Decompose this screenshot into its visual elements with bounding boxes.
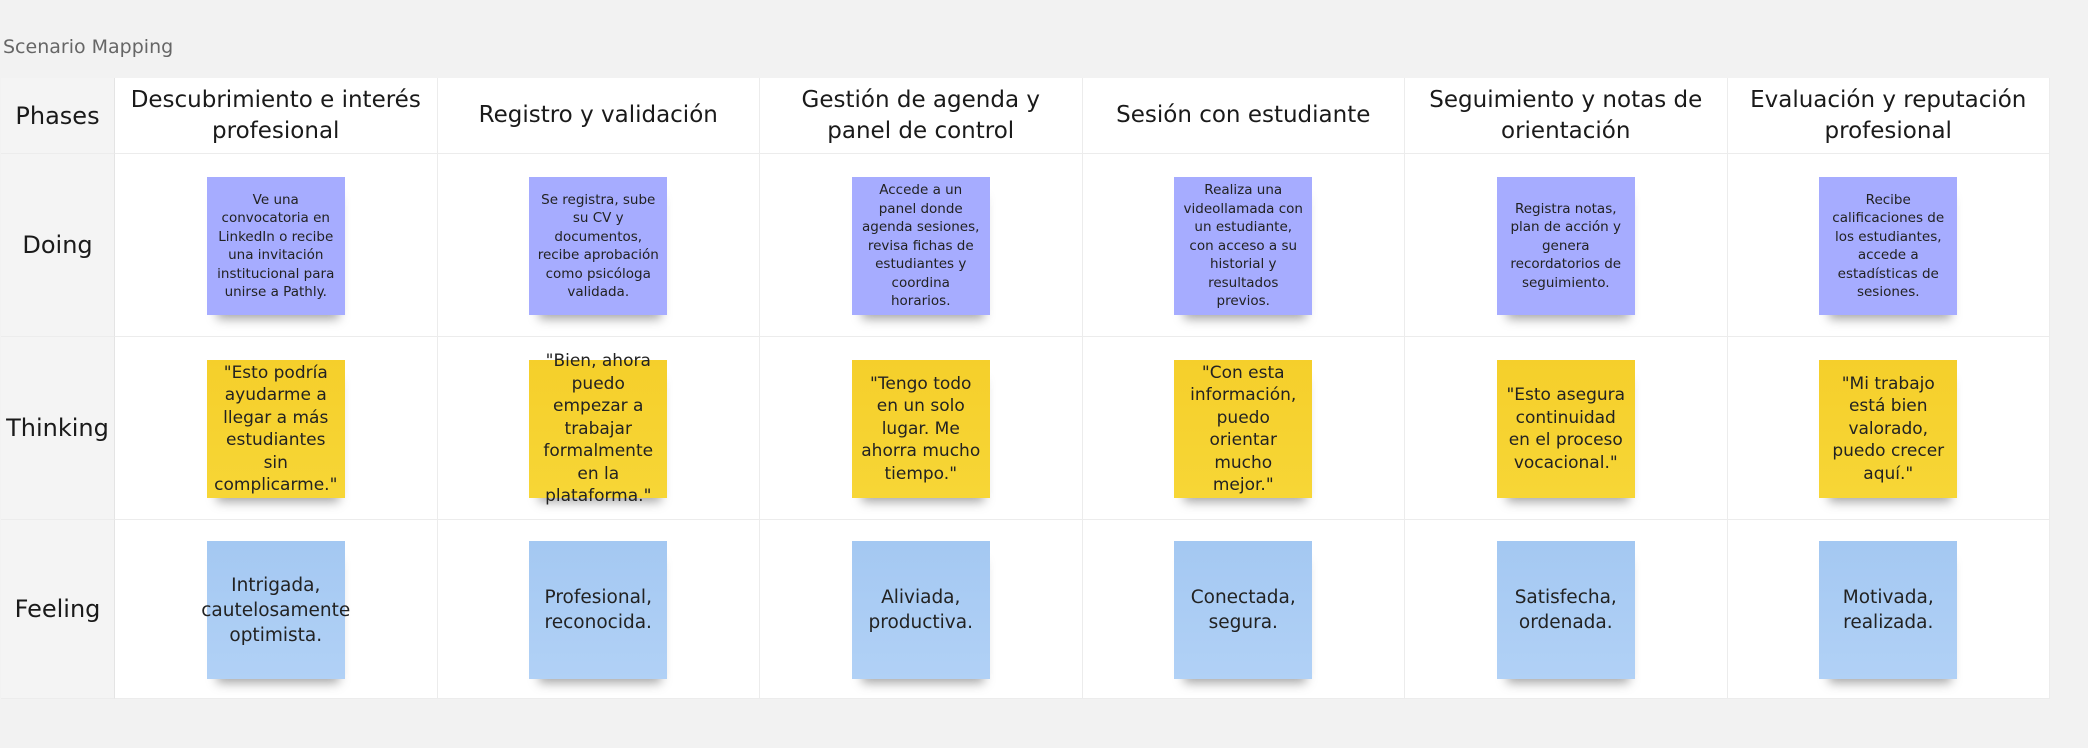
- feeling-cell-1: Intrigada, cautelosamente optimista.: [115, 520, 438, 699]
- sticky-note-feeling[interactable]: Satisfecha, ordenada.: [1496, 541, 1635, 679]
- scenario-map-grid: Phases Descubrimiento e interés profesio…: [1, 78, 2050, 699]
- phase-title: Registro y validación: [478, 102, 718, 128]
- feeling-cell-4: Conectada, segura.: [1082, 520, 1405, 699]
- doing-cell-2: Se registra, sube su CV y documentos, re…: [437, 154, 760, 337]
- phase-header-1[interactable]: Descubrimiento e interés profesional: [115, 78, 438, 154]
- thinking-cell-2: "Bien, ahora puedo empezar a trabajar fo…: [437, 337, 760, 520]
- doing-cell-4: Realiza una videollamada con un estudian…: [1082, 154, 1405, 337]
- row-label-thinking: Thinking: [1, 337, 115, 520]
- sticky-note-thinking[interactable]: "Esto podría ayudarme a llegar a más est…: [206, 360, 345, 498]
- sticky-note-feeling[interactable]: Conectada, segura.: [1174, 541, 1313, 679]
- thinking-cell-5: "Esto asegura continuidad en el proceso …: [1405, 337, 1728, 520]
- sticky-note-doing[interactable]: Se registra, sube su CV y documentos, re…: [529, 177, 668, 315]
- thinking-cell-6: "Mi trabajo está bien valorado, puedo cr…: [1727, 337, 2050, 520]
- sticky-note-feeling[interactable]: Profesional, reconocida.: [529, 541, 668, 679]
- sticky-note-doing[interactable]: Ve una convocatoria en LinkedIn o recibe…: [206, 177, 345, 315]
- thinking-cell-1: "Esto podría ayudarme a llegar a más est…: [115, 337, 438, 520]
- sticky-note-thinking[interactable]: "Tengo todo en un solo lugar. Me ahorra …: [851, 360, 990, 498]
- thinking-cell-4: "Con esta información, puedo orientar mu…: [1082, 337, 1405, 520]
- sticky-note-thinking[interactable]: "Mi trabajo está bien valorado, puedo cr…: [1819, 360, 1958, 498]
- row-label-doing: Doing: [1, 154, 115, 337]
- feeling-cell-5: Satisfecha, ordenada.: [1405, 520, 1728, 699]
- phase-title: Sesión con estudiante: [1116, 102, 1371, 128]
- phase-title: Descubrimiento e interés profesional: [130, 86, 421, 144]
- doing-cell-1: Ve una convocatoria en LinkedIn o recibe…: [115, 154, 438, 337]
- doing-cell-6: Recibe calificaciones de los estudiantes…: [1727, 154, 2050, 337]
- feeling-cell-2: Profesional, reconocida.: [437, 520, 760, 699]
- sticky-note-doing[interactable]: Accede a un panel donde agenda sesiones,…: [851, 177, 990, 315]
- sticky-note-doing[interactable]: Realiza una videollamada con un estudian…: [1174, 177, 1313, 315]
- doing-cell-5: Registra notas, plan de acción y genera …: [1405, 154, 1728, 337]
- thinking-cell-3: "Tengo todo en un solo lugar. Me ahorra …: [760, 337, 1083, 520]
- sticky-note-feeling[interactable]: Motivada, realizada.: [1819, 541, 1958, 679]
- sticky-note-thinking[interactable]: "Esto asegura continuidad en el proceso …: [1496, 360, 1635, 498]
- sticky-note-thinking[interactable]: "Bien, ahora puedo empezar a trabajar fo…: [529, 351, 668, 506]
- doing-cell-3: Accede a un panel donde agenda sesiones,…: [760, 154, 1083, 337]
- phase-header-6[interactable]: Evaluación y reputación profesional: [1727, 78, 2050, 154]
- row-label-feeling: Feeling: [1, 520, 115, 699]
- phase-header-2[interactable]: Registro y validación: [437, 78, 760, 154]
- phase-header-3[interactable]: Gestión de agenda y panel de control: [760, 78, 1083, 154]
- phase-title: Evaluación y reputación profesional: [1750, 86, 2027, 144]
- phase-header-5[interactable]: Seguimiento y notas de orientación: [1405, 78, 1728, 154]
- phases-label: Phases: [15, 101, 100, 130]
- feeling-cell-3: Aliviada, productiva.: [760, 520, 1083, 699]
- sticky-note-feeling[interactable]: Intrigada, cautelosamente optimista.: [201, 541, 350, 679]
- board-title: Scenario Mapping: [3, 36, 174, 58]
- sticky-note-thinking[interactable]: "Con esta información, puedo orientar mu…: [1174, 360, 1313, 498]
- phase-title: Gestión de agenda y panel de control: [801, 86, 1040, 144]
- sticky-note-doing[interactable]: Recibe calificaciones de los estudiantes…: [1819, 177, 1958, 315]
- feeling-cell-6: Motivada, realizada.: [1727, 520, 2050, 699]
- sticky-note-doing[interactable]: Registra notas, plan de acción y genera …: [1496, 177, 1635, 315]
- phases-header-cell: Phases: [1, 78, 115, 154]
- phase-title: Seguimiento y notas de orientación: [1429, 86, 1703, 144]
- phase-header-4[interactable]: Sesión con estudiante: [1082, 78, 1405, 154]
- sticky-note-feeling[interactable]: Aliviada, productiva.: [851, 541, 990, 679]
